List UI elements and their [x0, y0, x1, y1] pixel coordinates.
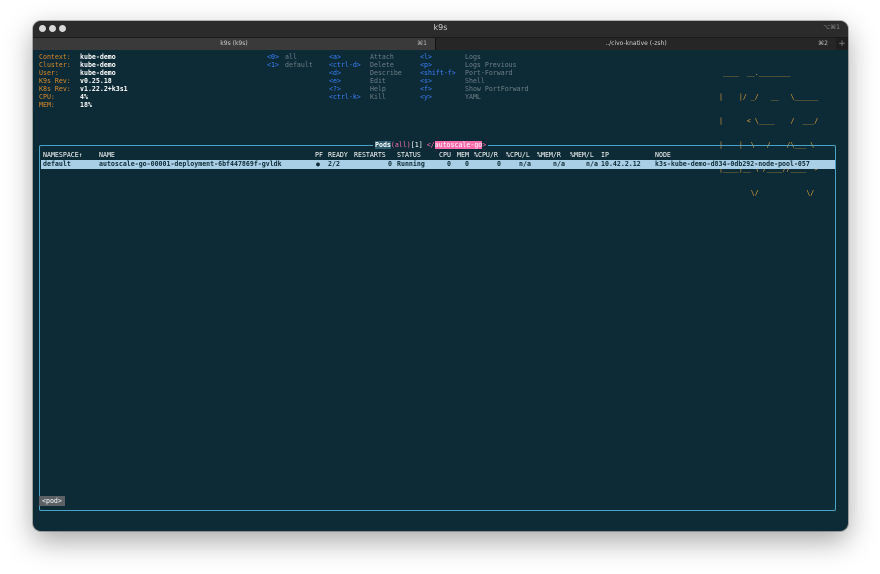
- view-count: [1]: [410, 141, 423, 149]
- column-header-mem[interactable]: MEM: [457, 151, 469, 159]
- shortcut-key: <e>: [329, 77, 341, 85]
- column-header-cpu-r[interactable]: %CPU/R: [474, 151, 498, 159]
- column-header-node[interactable]: NODE: [655, 151, 671, 159]
- action-edit[interactable]: Edit: [370, 77, 386, 85]
- cell-ip: 10.42.2.12: [601, 160, 641, 168]
- column-header-ip[interactable]: IP: [601, 151, 609, 159]
- action-attach[interactable]: Attach: [370, 53, 394, 61]
- view-resource: Pods: [375, 141, 391, 149]
- shortcut-key: <l>: [420, 53, 432, 61]
- info-label: K8s Rev:: [39, 85, 71, 93]
- table-header: NAMESPACE↑ NAME PF READY RESTARTS STATUS…: [41, 151, 836, 159]
- logo-line: ____ __.________: [719, 69, 791, 77]
- info-value: 18%: [80, 101, 92, 109]
- view-filter-close: >: [482, 141, 487, 149]
- info-label: Context:: [39, 53, 71, 61]
- action-logs[interactable]: Logs: [465, 53, 481, 61]
- view-title: Pods(all)[1] </autoscale-go>: [373, 141, 489, 150]
- info-label: K9s Rev:: [39, 77, 71, 85]
- cell-mem-l: n/a: [586, 160, 598, 168]
- tab-zsh[interactable]: ../civo-knative (-zsh) ⌘2: [435, 38, 836, 50]
- namespace-default[interactable]: default: [285, 61, 313, 69]
- window-title: k9s: [433, 23, 448, 32]
- cell-node: k3s-kube-demo-d834-0db292-node-pool-057: [655, 160, 810, 168]
- info-value: kube-demo: [80, 61, 116, 69]
- info-label: MEM:: [39, 101, 55, 109]
- action-shell[interactable]: Shell: [465, 77, 485, 85]
- tab-label: k9s (k9s): [220, 40, 248, 47]
- pods-table-frame: [39, 145, 836, 511]
- column-header-name[interactable]: NAME: [99, 151, 115, 159]
- tab-shortcut: ⌘2: [818, 40, 828, 47]
- action-describe[interactable]: Describe: [370, 69, 402, 77]
- shortcut-key: <s>: [420, 77, 432, 85]
- new-tab-button[interactable]: +: [836, 38, 848, 50]
- shortcut-key: <ctrl-d>: [329, 61, 361, 69]
- action-yaml[interactable]: YAML: [465, 93, 481, 101]
- info-value: kube-demo: [80, 69, 116, 77]
- logo-line: | |/ _/ __ \______: [719, 93, 819, 101]
- cell-mem: 0: [465, 160, 469, 168]
- shortcut-key: <y>: [420, 93, 432, 101]
- column-header-mem-r[interactable]: %MEM/R: [537, 151, 561, 159]
- column-header-mem-l[interactable]: %MEM/L: [570, 151, 594, 159]
- cell-cpu-l: n/a: [519, 160, 531, 168]
- tab-shortcut: ⌘1: [417, 40, 427, 47]
- action-delete[interactable]: Delete: [370, 61, 394, 69]
- terminal-window: k9s ⌥⌘1 k9s (k9s) ⌘1 ../civo-knative (-z…: [33, 21, 848, 531]
- cell-ready: 2/2: [328, 160, 340, 168]
- action-port-forward[interactable]: Port-Forward: [465, 69, 513, 77]
- column-header-cpu[interactable]: CPU: [439, 151, 451, 159]
- column-header-pf[interactable]: PF: [315, 151, 323, 159]
- column-header-cpu-l[interactable]: %CPU/L: [506, 151, 530, 159]
- shortcut-key: <1>: [267, 61, 279, 69]
- cell-status: Running: [397, 160, 425, 168]
- column-header-status[interactable]: STATUS: [397, 151, 421, 159]
- tab-bar: k9s (k9s) ⌘1 ../civo-knative (-zsh) ⌘2 +: [33, 38, 848, 50]
- info-value: v0.25.18: [80, 77, 112, 85]
- column-header-restarts[interactable]: RESTARTS: [354, 151, 386, 159]
- shortcut-key: <a>: [329, 53, 341, 61]
- cell-cpu-r: 0: [497, 160, 501, 168]
- info-label: User:: [39, 69, 59, 77]
- shortcut-key: <0>: [267, 53, 279, 61]
- info-value: kube-demo: [80, 53, 116, 61]
- breadcrumb[interactable]: <pod>: [39, 496, 65, 506]
- cell-cpu: 0: [447, 160, 451, 168]
- title-bar: k9s ⌥⌘1: [33, 21, 848, 38]
- column-header-ready[interactable]: READY: [328, 151, 348, 159]
- view-filter-open: </: [426, 141, 435, 149]
- logo-line: | < \____ / ___/: [719, 117, 819, 125]
- window-shortcut: ⌥⌘1: [823, 24, 840, 31]
- action-help[interactable]: Help: [370, 85, 386, 93]
- cell-name: autoscale-go-00001-deployment-6bf447869f…: [99, 160, 282, 168]
- shortcut-key: <?>: [329, 85, 341, 93]
- shortcut-key: <d>: [329, 69, 341, 77]
- view-filter: autoscale-go: [434, 141, 483, 149]
- cell-namespace: default: [43, 160, 71, 168]
- terminal-area[interactable]: Context: kube-demo Cluster: kube-demo Us…: [33, 50, 848, 531]
- cell-restarts: 0: [388, 160, 392, 168]
- action-logs-previous[interactable]: Logs Previous: [465, 61, 517, 69]
- info-label: Cluster:: [39, 61, 71, 69]
- action-show-portforward[interactable]: Show PortForward: [465, 85, 529, 93]
- tab-label: ../civo-knative (-zsh): [605, 40, 667, 47]
- shortcut-key: <f>: [420, 85, 432, 93]
- shortcut-key: <shift-f>: [420, 69, 456, 77]
- view-scope: all: [394, 141, 407, 149]
- info-value: 4%: [80, 93, 88, 101]
- shortcut-key: <ctrl-k>: [329, 93, 361, 101]
- k9s-logo: ____ __.________ | |/ _/ __ \______ | < …: [719, 53, 835, 197]
- cell-mem-r: n/a: [553, 160, 565, 168]
- info-label: CPU:: [39, 93, 55, 101]
- action-kill[interactable]: Kill: [370, 93, 386, 101]
- port-forward-indicator-icon: ●: [316, 160, 320, 168]
- shortcut-key: <p>: [420, 61, 432, 69]
- column-header-namespace[interactable]: NAMESPACE↑: [43, 151, 83, 159]
- table-row-selected[interactable]: default autoscale-go-00001-deployment-6b…: [41, 160, 835, 169]
- namespace-all[interactable]: all: [285, 53, 297, 61]
- info-value: v1.22.2+k3s1: [80, 85, 128, 93]
- tab-k9s[interactable]: k9s (k9s) ⌘1: [33, 38, 435, 50]
